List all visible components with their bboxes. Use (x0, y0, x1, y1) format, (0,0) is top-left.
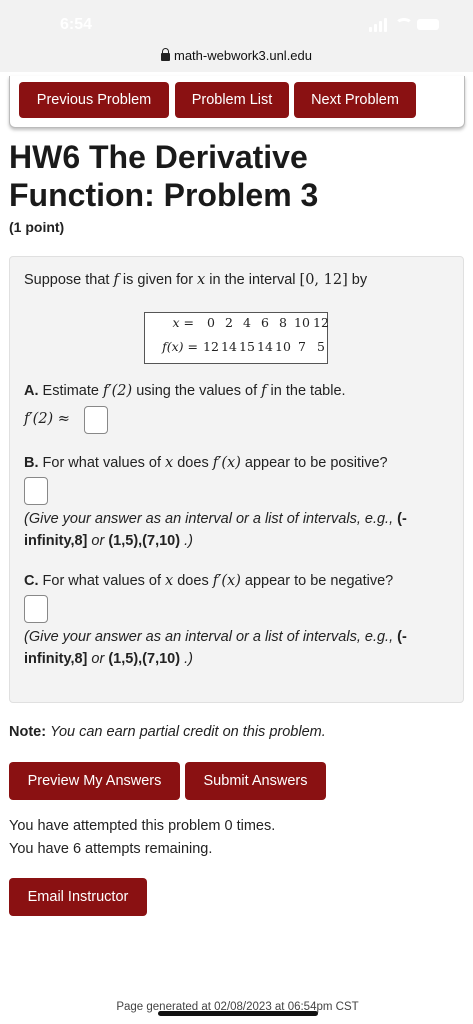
table-row-fx: f(x) = 12 14 15 14 10 7 5 (145, 339, 329, 363)
f-value: 15 (239, 339, 255, 354)
f-value: 12 (203, 339, 219, 354)
f-value: 14 (221, 339, 237, 354)
part-b-question: B. For what values of x does f′(x) appea… (24, 455, 388, 471)
x-value: 12 (313, 315, 329, 330)
x-label: x = (172, 315, 195, 330)
problem-intro: Suppose that f is given for x in the int… (24, 272, 368, 288)
url-text: math-webwork3.unl.edu (173, 48, 313, 63)
problem-navigation: Previous Problem Problem List Next Probl… (9, 76, 465, 128)
part-a-answer-input[interactable] (84, 406, 108, 434)
f-value: 14 (257, 339, 273, 354)
x-value: 6 (261, 315, 269, 330)
signal-icon (379, 21, 382, 32)
submit-answers-button[interactable]: Submit Answers (185, 762, 326, 800)
problem-list-button[interactable]: Problem List (175, 82, 289, 118)
wifi-icon (395, 18, 413, 32)
status-time: 6:54 (60, 16, 93, 33)
status-bar: 6:54 (0, 0, 473, 42)
next-problem-button[interactable]: Next Problem (294, 82, 416, 118)
page-title: HW6 The Derivative Function: Problem 3 (9, 139, 319, 213)
previous-problem-button[interactable]: Previous Problem (19, 82, 169, 118)
status-icons (351, 18, 439, 32)
problem-box: Suppose that f is given for x in the int… (9, 256, 464, 703)
x-value: 2 (225, 315, 233, 330)
f-value: 5 (317, 339, 325, 354)
part-a-answer-label: f′(2) ≈ (24, 411, 70, 427)
part-a-question: A. Estimate f′(2) using the values of f … (24, 383, 346, 399)
problem-points: (1 point) (9, 219, 65, 235)
signal-icon (384, 18, 387, 32)
battery-icon (417, 19, 439, 30)
attempts-count: You have attempted this problem 0 times. (9, 818, 276, 834)
lock-icon (160, 48, 170, 61)
part-b-hint: (Give your answer as an interval or a li… (24, 511, 407, 549)
email-instructor-button[interactable]: Email Instructor (9, 878, 147, 916)
x-value: 4 (243, 315, 251, 330)
preview-answers-button[interactable]: Preview My Answers (9, 762, 180, 800)
part-b-answer-input[interactable] (24, 477, 48, 505)
partial-credit-note: Note: You can earn partial credit on thi… (9, 724, 326, 740)
f-value: 10 (275, 339, 291, 354)
part-c-question: C. For what values of x does f′(x) appea… (24, 573, 394, 589)
part-c-answer-input[interactable] (24, 595, 48, 623)
home-indicator[interactable] (158, 1011, 318, 1016)
x-value: 0 (207, 315, 215, 330)
attempts-remaining: You have 6 attempts remaining. (9, 841, 213, 857)
f-value: 7 (298, 339, 306, 354)
address-bar[interactable]: math-webwork3.unl.edu (0, 42, 473, 72)
table-row-x: x = 0 2 4 6 8 10 12 (145, 315, 329, 339)
signal-icon (374, 24, 377, 32)
x-value: 10 (294, 315, 310, 330)
fx-label: f(x) = (162, 339, 198, 354)
value-table: x = 0 2 4 6 8 10 12 f(x) = 12 14 15 14 1… (144, 312, 329, 364)
signal-icon (369, 27, 372, 32)
part-c-hint: (Give your answer as an interval or a li… (24, 629, 407, 667)
x-value: 8 (279, 315, 287, 330)
